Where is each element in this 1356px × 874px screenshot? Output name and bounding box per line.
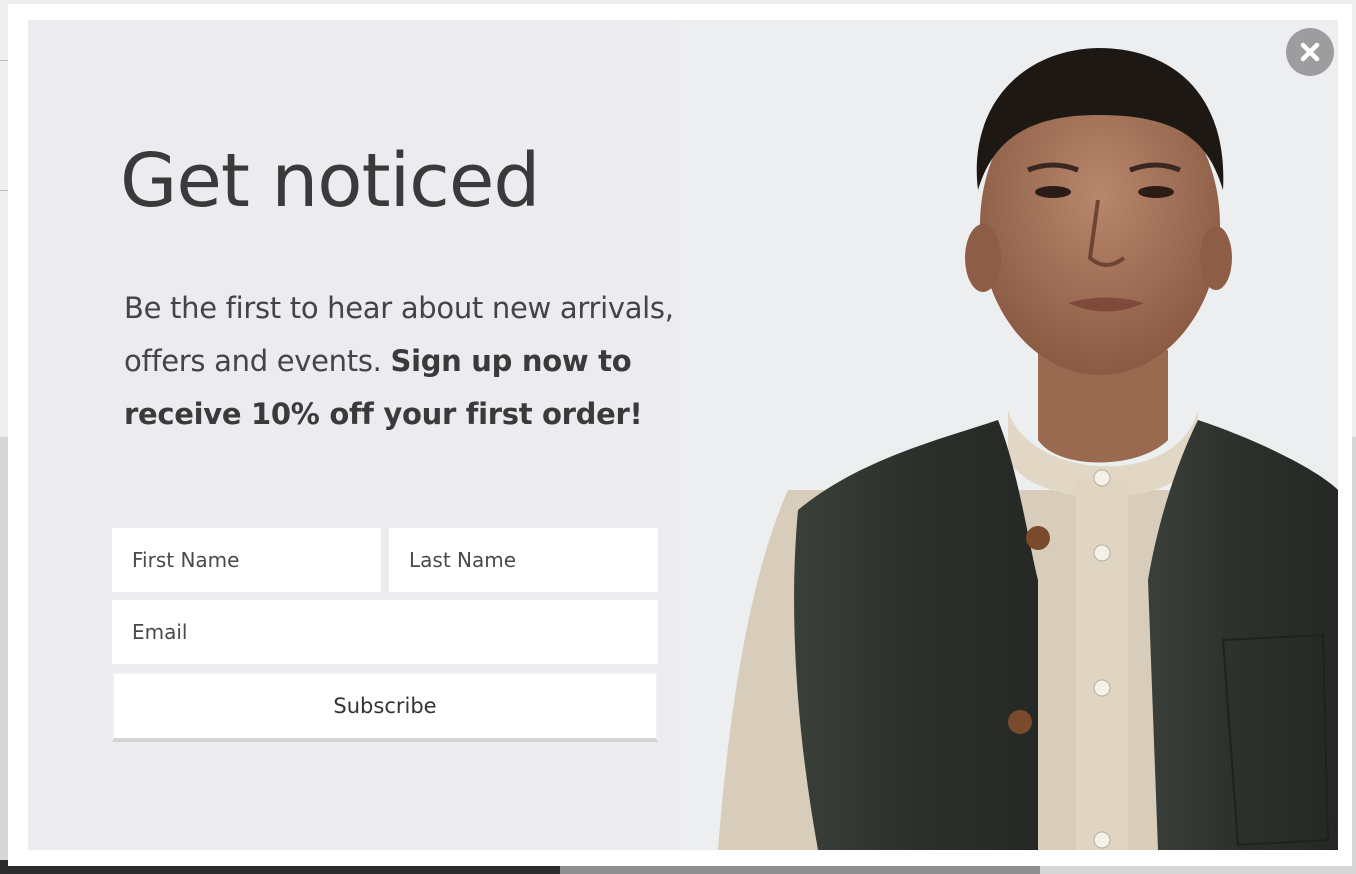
close-icon bbox=[1300, 42, 1320, 62]
first-name-input[interactable] bbox=[112, 528, 381, 592]
man-in-vest-illustration bbox=[678, 20, 1338, 850]
email-input[interactable] bbox=[112, 600, 658, 664]
popup-description: Be the first to hear about new arrivals,… bbox=[124, 282, 744, 441]
signup-modal: Get noticed Be the first to hear about n… bbox=[8, 4, 1352, 866]
signup-panel: Get noticed Be the first to hear about n… bbox=[28, 20, 1338, 850]
close-button[interactable] bbox=[1286, 28, 1334, 76]
last-name-input[interactable] bbox=[389, 528, 658, 592]
subscribe-button[interactable]: Subscribe bbox=[112, 672, 658, 742]
model-photo bbox=[678, 20, 1338, 850]
popup-title: Get noticed bbox=[120, 138, 540, 224]
